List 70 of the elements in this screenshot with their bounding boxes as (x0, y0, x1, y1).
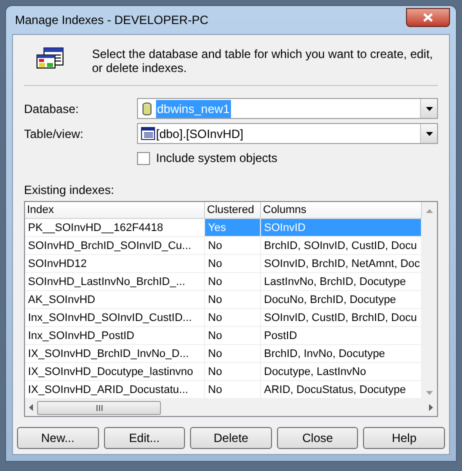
table-cell: SOInvHD12 (25, 255, 205, 273)
scroll-right-icon[interactable] (429, 404, 433, 411)
table-cell: Inx_SOInvHD_PostID (25, 327, 205, 345)
index-row[interactable]: IX_SOInvHD_BrchID_InvNo_D... No BrchID, InvNo, Docutype (25, 345, 422, 363)
intro-text: Select the database and table for which you want to create, edit, or delete indexes. (92, 46, 434, 75)
table-cell: AK_SOInvHD (25, 291, 205, 309)
table-cell: Docutype, LastInvNo (261, 363, 422, 381)
index-row[interactable]: SOInvHD_BrchID_SOInvID_Cu... No BrchID, SOInvID, CustID, Docu (25, 237, 422, 255)
scroll-thumb[interactable] (37, 400, 161, 414)
column-header[interactable]: Columns (261, 202, 422, 219)
table-cell: SOInvHD_BrchID_SOInvID_Cu... (25, 237, 205, 255)
index-row[interactable]: SOInvHD12 No SOInvID, BrchID, NetAmnt, Doc (25, 255, 422, 273)
scroll-down-icon[interactable] (426, 391, 433, 395)
table-cell: SOInvID (261, 219, 422, 237)
table-cell: SOInvHD_LastInvNo_BrchID_... (25, 273, 205, 291)
table-cell: No (205, 273, 261, 291)
table-cell: No (205, 255, 261, 273)
scroll-left-icon[interactable] (29, 404, 33, 411)
table-view-value: [dbo].[SOInvHD] (156, 126, 244, 142)
table-cell: PK__SOInvHD__162F4418 (25, 219, 205, 237)
grip-icon (96, 404, 102, 410)
table-cell: Yes (205, 219, 261, 237)
table-cell: BrchID, InvNo, Docutype (261, 345, 422, 363)
index-row[interactable]: Inx_SOInvHD_PostID No PostID (25, 327, 422, 345)
table-cell: No (205, 309, 261, 327)
index-row[interactable]: SOInvHD_LastInvNo_BrchID_... No LastInvNo, BrchID, Docutype (25, 273, 422, 291)
dropdown-button[interactable] (420, 99, 437, 118)
dialog-button[interactable]: Edit... (104, 427, 186, 449)
table-cell: IX_SOInvHD_Docutype_lastinvno (25, 363, 205, 381)
database-icon (142, 102, 152, 116)
table-grid-icon (36, 47, 64, 69)
caret-icon (426, 106, 432, 110)
table-cell: DocuNo, BrchID, Docutype (261, 291, 422, 309)
table-cell: No (205, 291, 261, 309)
table-cell: No (205, 327, 261, 345)
column-header[interactable]: Clustered (205, 202, 261, 219)
table-cell: SOInvID, BrchID, NetAmnt, Doc (261, 255, 422, 273)
checkbox[interactable] (137, 152, 150, 164)
existing-indexes-label: Existing indexes: (24, 182, 116, 199)
table-cell: SOInvID, CustID, BrchID, Docu (261, 309, 422, 327)
dialog-button[interactable]: Close (276, 427, 358, 449)
dialog-button[interactable]: New... (17, 427, 99, 449)
table-cell: Inx_SOInvHD_SOInvID_CustID... (25, 309, 205, 327)
dialog-button[interactable]: Delete (190, 427, 272, 449)
table-view-label: Table/view: (24, 126, 84, 142)
index-row[interactable]: Inx_SOInvHD_SOInvID_CustID... No SOInvID, CustID, BrchID, Docu (25, 309, 422, 327)
table-cell: IX_SOInvHD_BrchID_InvNo_D... (25, 345, 205, 363)
table-cell: No (205, 345, 261, 363)
table-cell: No (205, 237, 261, 255)
index-row[interactable]: IX_SOInvHD_Docutype_lastinvno No Docutype, LastInvNo (25, 363, 422, 381)
scroll-up-icon[interactable] (426, 208, 433, 212)
column-header[interactable]: Index (25, 202, 205, 219)
table-view-dropdown[interactable]: [dbo].[SOInvHD] (137, 123, 438, 144)
database-value: dbwins_new1 (156, 100, 231, 118)
table-cell: No (205, 363, 261, 381)
close-icon (423, 12, 433, 22)
dropdown-button[interactable] (420, 124, 437, 143)
caret-icon (426, 132, 432, 136)
index-row[interactable]: PK__SOInvHD__162F4418 Yes SOInvID (25, 219, 422, 237)
database-label: Database: (24, 100, 80, 118)
table-cell: PostID (261, 327, 422, 345)
checkbox-label: Include system objects (156, 150, 278, 167)
horizontal-scrollbar[interactable] (25, 399, 437, 416)
table-cell: BrchID, SOInvID, CustID, Docu (261, 237, 422, 255)
index-row[interactable]: AK_SOInvHD No DocuNo, BrchID, Docutype (25, 291, 422, 309)
window-title: Manage Indexes - DEVELOPER-PC (14, 12, 208, 29)
table-icon (141, 127, 155, 140)
dialog-button[interactable]: Help (363, 427, 445, 449)
table-cell: LastInvNo, BrchID, Docutype (261, 273, 422, 291)
close-button[interactable] (406, 8, 450, 26)
